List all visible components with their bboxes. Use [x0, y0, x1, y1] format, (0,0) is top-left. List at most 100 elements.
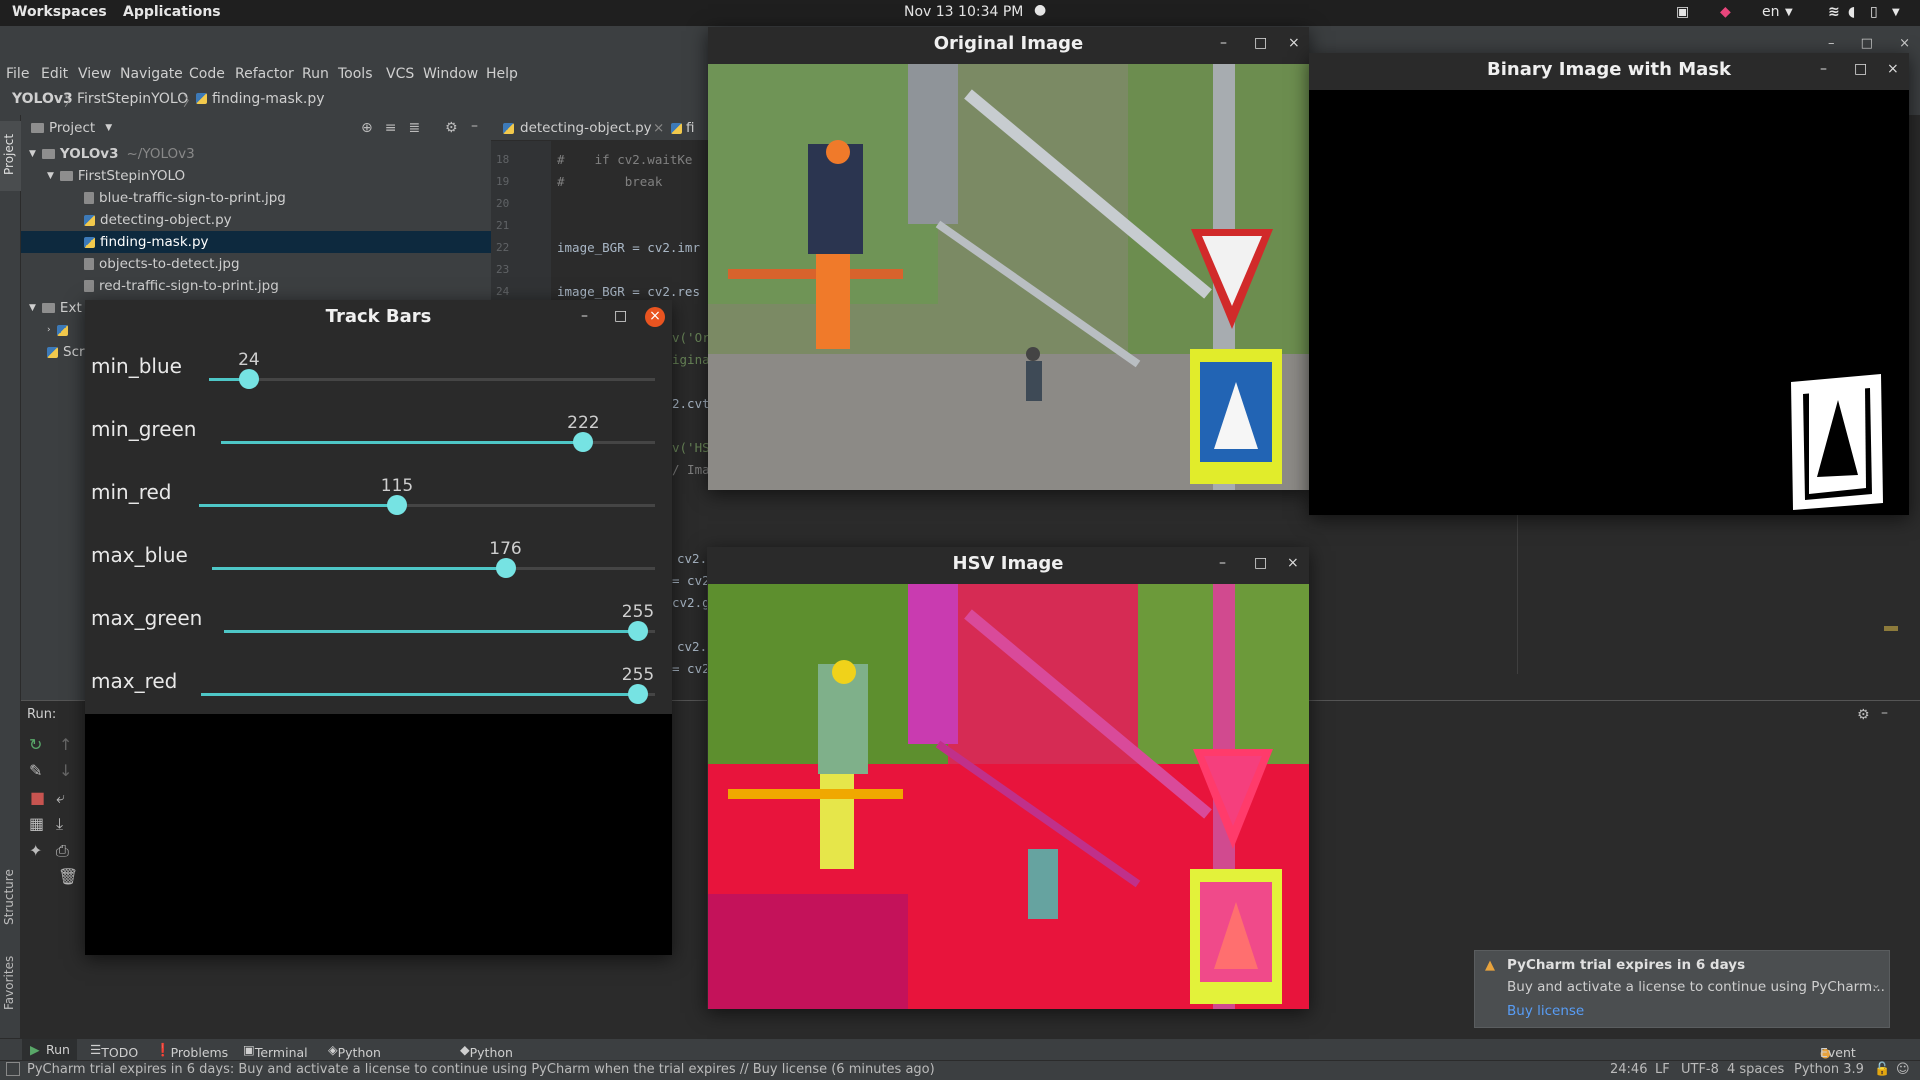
menu-window[interactable]: Window	[423, 66, 478, 82]
notifications-icon[interactable]: ☺	[1896, 1062, 1910, 1077]
trackbar-thumb[interactable]	[628, 621, 648, 641]
stop-icon[interactable]: ■	[30, 788, 45, 807]
wrench-icon[interactable]: ✎	[29, 761, 42, 780]
tab-close-icon[interactable]: ×	[653, 120, 664, 136]
print-icon[interactable]: ⎙	[56, 841, 69, 861]
tab-detecting-object[interactable]: detecting-object.py	[520, 120, 652, 136]
tree-python-sdk[interactable]: ›	[47, 319, 73, 341]
trackbar-thumb[interactable]	[386, 495, 407, 515]
close-icon[interactable]: ×	[1288, 35, 1300, 51]
menu-help[interactable]: Help	[486, 66, 518, 82]
close-icon[interactable]: ×	[1887, 61, 1899, 77]
up-arrow-icon[interactable]: ↑	[59, 735, 72, 754]
file-encoding[interactable]: UTF-8	[1681, 1062, 1719, 1077]
menu-run[interactable]: Run	[302, 66, 329, 82]
trackbar-min_green[interactable]: 222	[221, 413, 655, 452]
app-indicator-icon[interactable]: ◆	[1720, 4, 1731, 20]
hide-panel-icon[interactable]: –	[1881, 705, 1888, 721]
tree-scratches[interactable]: Scr	[47, 341, 85, 363]
scroll-to-end-icon[interactable]: ⤓	[56, 814, 63, 834]
hide-panel-icon[interactable]: –	[471, 118, 478, 134]
expand-chevron-icon[interactable]: ⌄	[1871, 977, 1881, 991]
trackbar-min_blue[interactable]: 24	[209, 350, 655, 389]
tree-file-selected[interactable]: finding-mask.py	[84, 231, 209, 253]
locate-icon[interactable]: ⊕	[361, 120, 385, 136]
volume-icon[interactable]: ◖	[1848, 4, 1855, 20]
down-arrow-icon[interactable]: ↓	[59, 761, 72, 780]
problems-tool-tab[interactable]: ❗ Problems	[155, 1042, 228, 1060]
maximize-icon[interactable]: □	[1854, 61, 1867, 77]
trash-icon[interactable]: 🗑	[58, 867, 78, 886]
minimize-icon[interactable]: –	[1820, 61, 1827, 77]
workspaces-menu[interactable]: Workspaces	[12, 4, 107, 20]
project-panel-header[interactable]: Project ▼	[31, 117, 112, 139]
trackbar-thumb[interactable]	[628, 684, 648, 704]
tree-file[interactable]: detecting-object.py	[84, 209, 232, 231]
battery-icon[interactable]: ▯	[1870, 4, 1878, 20]
favorites-tool-label[interactable]: Favorites	[2, 956, 16, 1010]
menu-view[interactable]: View	[78, 66, 111, 82]
pin-icon[interactable]: ✦	[29, 841, 42, 860]
status-toggle-icon[interactable]	[6, 1062, 20, 1076]
todo-tool-tab[interactable]: ☰ TODO	[90, 1042, 138, 1060]
trackbar-max_blue[interactable]: 176	[212, 539, 655, 578]
tree-file[interactable]: blue-traffic-sign-to-print.jpg	[84, 187, 286, 209]
minimize-icon[interactable]: –	[1219, 555, 1226, 571]
tree-root[interactable]: ▼ YOLOv3 ~/YOLOv3	[29, 143, 195, 165]
terminal-tool-tab[interactable]: ▣ Terminal	[243, 1042, 308, 1060]
display-icon[interactable]: ▣	[1676, 4, 1689, 20]
status-message[interactable]: PyCharm trial expires in 6 days: Buy and…	[27, 1062, 935, 1077]
menu-code[interactable]: Code	[189, 66, 225, 82]
menu-navigate[interactable]: Navigate	[120, 66, 183, 82]
menu-tools[interactable]: Tools	[338, 66, 373, 82]
close-icon[interactable]: ×	[1899, 36, 1910, 51]
trackbar-thumb[interactable]	[495, 558, 516, 578]
minimize-icon[interactable]: –	[1220, 35, 1227, 51]
line-separator[interactable]: LF	[1655, 1062, 1670, 1077]
gear-icon[interactable]: ⚙	[445, 120, 458, 136]
wifi-icon[interactable]: ≋	[1828, 4, 1840, 20]
cursor-position[interactable]: 24:46	[1610, 1062, 1647, 1077]
tab-finding-mask[interactable]: fi	[686, 120, 695, 136]
clock[interactable]: Nov 13 10:34 PM	[904, 4, 1023, 20]
tree-external-libraries[interactable]: ▼ Ext	[29, 297, 82, 319]
python-console-tool-tab[interactable]: ◆ Python Console	[460, 1042, 519, 1075]
trackbar-thumb[interactable]	[238, 369, 259, 389]
maximize-icon[interactable]: □	[1861, 36, 1873, 51]
python-packages-tool-tab[interactable]: ◈ Python Packages	[328, 1042, 396, 1075]
trackbar-thumb[interactable]	[573, 432, 594, 452]
trackbar-max_green[interactable]: 255	[224, 602, 655, 641]
breadcrumb-folder[interactable]: FirstStepinYOLO	[77, 91, 188, 107]
expand-all-icon[interactable]: ≡	[385, 120, 409, 136]
menu-vcs[interactable]: VCS	[386, 66, 414, 82]
gear-icon[interactable]: ⚙	[1857, 707, 1870, 723]
applications-menu[interactable]: Applications	[123, 4, 221, 20]
structure-tool-label[interactable]: Structure	[2, 869, 16, 925]
maximize-icon[interactable]: □	[1254, 555, 1267, 571]
python-interpreter[interactable]: Python 3.9	[1794, 1062, 1864, 1077]
tree-file[interactable]: red-traffic-sign-to-print.jpg	[84, 275, 279, 297]
buy-license-link[interactable]: Buy license	[1507, 1003, 1584, 1019]
rerun-icon[interactable]: ↻	[29, 735, 42, 754]
maximize-icon[interactable]: □	[1254, 35, 1267, 51]
minimize-icon[interactable]: –	[1828, 36, 1835, 51]
lock-icon[interactable]: 🔓	[1874, 1062, 1890, 1077]
system-menu-chevron-icon[interactable]: ▼	[1892, 7, 1900, 18]
menu-edit[interactable]: Edit	[41, 66, 68, 82]
collapse-all-icon[interactable]: ≣	[408, 120, 432, 136]
trackbar-max_red[interactable]: 255	[201, 665, 655, 704]
maximize-icon[interactable]: □	[614, 308, 627, 324]
layout-icon[interactable]: ▦	[29, 814, 44, 833]
menu-file[interactable]: File	[6, 66, 29, 82]
menu-refactor[interactable]: Refactor	[235, 66, 294, 82]
trackbar-min_red[interactable]: 115	[199, 476, 655, 515]
breadcrumb-file[interactable]: finding-mask.py	[212, 91, 325, 107]
close-icon[interactable]: ×	[1287, 555, 1299, 571]
close-icon[interactable]: ×	[645, 307, 665, 327]
tree-file[interactable]: objects-to-detect.jpg	[84, 253, 240, 275]
language-indicator[interactable]: en	[1762, 4, 1780, 20]
tree-folder[interactable]: ▼ FirstStepinYOLO	[47, 165, 185, 187]
run-tool-tab[interactable]: Run	[46, 1042, 70, 1057]
soft-wrap-icon[interactable]: ⤶	[56, 788, 65, 808]
indent-setting[interactable]: 4 spaces	[1727, 1062, 1784, 1077]
